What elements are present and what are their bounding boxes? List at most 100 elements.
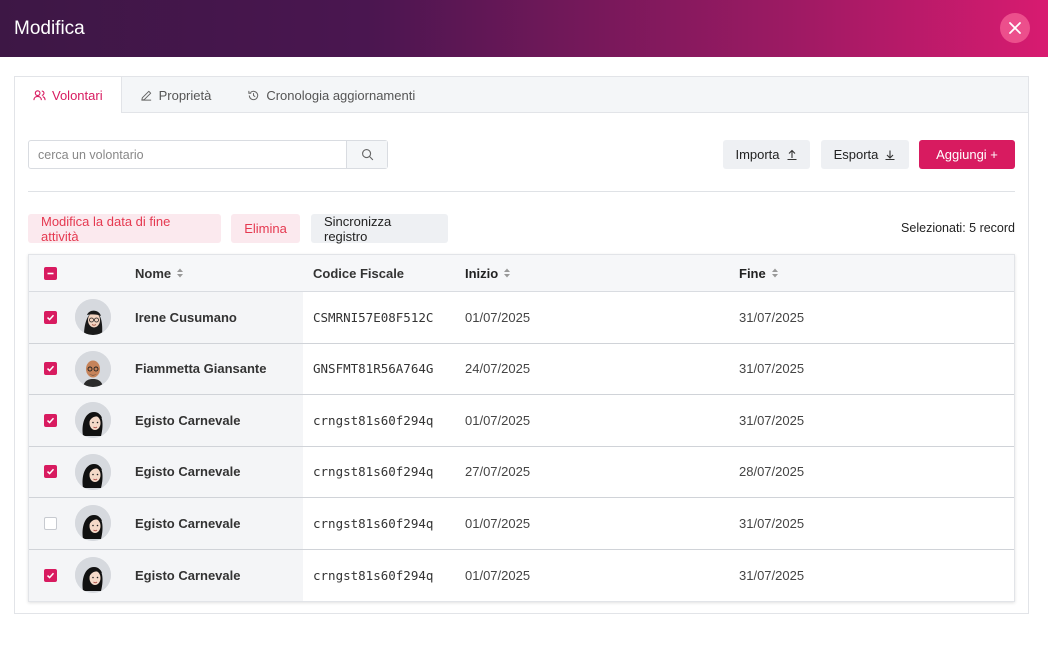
check-icon [46, 314, 54, 321]
row-codice-fiscale: crngst81s60f294q [303, 498, 465, 549]
search-box [28, 140, 388, 169]
add-button[interactable]: Aggiungi + [919, 140, 1015, 169]
avatar-cell [71, 446, 133, 497]
row-checkbox[interactable] [43, 310, 57, 324]
header-inizio-label: Inizio [465, 265, 499, 281]
divider [28, 191, 1015, 192]
tab-volontari-label: Volontari [52, 87, 103, 103]
row-nome: Egisto Carnevale [133, 446, 303, 497]
row-fine: 31/07/2025 [739, 515, 805, 531]
sync-register-button[interactable]: Sincronizza registro [311, 213, 448, 244]
tab-cronologia[interactable]: Cronologia aggiornamenti [229, 77, 433, 113]
add-label: Aggiungi + [936, 147, 998, 162]
sort-icon [177, 268, 184, 278]
search-icon [361, 149, 373, 161]
search-button[interactable] [346, 141, 387, 168]
volunteers-table: Nome Codice Fiscale Inizio Fine Irene Cu… [28, 254, 1015, 602]
header-checkbox-cell [29, 266, 71, 280]
history-icon [248, 90, 259, 100]
users-icon [33, 89, 46, 100]
indeterminate-icon [47, 272, 53, 274]
sort-icon [771, 268, 778, 278]
header-fine-label: Fine [739, 265, 766, 281]
table-row[interactable]: Egisto Carnevale crngst81s60f294q 27/07/… [29, 446, 1014, 498]
row-nome: Egisto Carnevale [133, 395, 303, 446]
row-checkbox[interactable] [43, 568, 57, 582]
header-nome-label: Nome [135, 265, 172, 281]
table-row[interactable]: Egisto Carnevale crngst81s60f294q 01/07/… [29, 395, 1014, 447]
avatar-woman-dark-hair [75, 505, 111, 542]
row-checkbox-cell [29, 343, 71, 394]
header-inizio[interactable]: Inizio [465, 266, 739, 281]
row-inizio: 01/07/2025 [465, 412, 531, 428]
pencil-icon [140, 90, 151, 101]
row-checkbox-cell [29, 446, 71, 497]
header-fine[interactable]: Fine [739, 266, 1014, 281]
check-icon [46, 417, 54, 424]
row-checkbox[interactable] [43, 362, 57, 376]
row-fine: 31/07/2025 [739, 567, 805, 583]
table-body: Irene Cusumano CSMRNI57E08F512C 01/07/20… [29, 292, 1014, 601]
row-codice-fiscale: CSMRNI57E08F512C [303, 292, 465, 343]
avatar-woman-dark-hair [75, 402, 111, 439]
row-checkbox[interactable] [43, 465, 57, 479]
tab-bar: Volontari Proprietà Cronologia aggiornam… [15, 77, 1028, 113]
table-row[interactable]: Egisto Carnevale crngst81s60f294q 01/07/… [29, 549, 1014, 601]
modal-title: Modifica [14, 17, 85, 39]
avatar-man-bald [75, 350, 111, 387]
import-button[interactable]: Importa [723, 140, 810, 169]
download-icon [885, 150, 895, 160]
edit-end-date-button[interactable]: Modifica la data di fine attività [28, 213, 221, 244]
tab-proprieta-label: Proprietà [158, 87, 212, 103]
row-inizio: 01/07/2025 [465, 515, 531, 531]
avatar-cell [71, 498, 133, 549]
edit-end-date-label: Modifica la data di fine attività [41, 213, 171, 244]
table-row[interactable]: Fiammetta Giansante GNSFMT81R56A764G 24/… [29, 343, 1014, 395]
row-inizio: 01/07/2025 [465, 309, 531, 325]
check-icon [46, 366, 54, 372]
row-inizio: 01/07/2025 [465, 567, 531, 583]
check-icon [46, 572, 54, 579]
tab-cronologia-label: Cronologia aggiornamenti [266, 87, 416, 103]
avatar-woman-dark-hair [75, 453, 111, 490]
selection-count: Selezionati: 5 record [901, 221, 1015, 235]
row-checkbox[interactable] [43, 516, 57, 530]
row-checkbox-cell [29, 549, 71, 601]
row-inizio: 27/07/2025 [465, 464, 531, 480]
row-fine: 28/07/2025 [739, 464, 805, 480]
header-nome[interactable]: Nome [133, 266, 303, 281]
sync-register-label: Sincronizza registro [324, 213, 392, 244]
row-codice-fiscale: crngst81s60f294q [303, 549, 465, 601]
tab-proprieta[interactable]: Proprietà [122, 77, 230, 113]
row-fine: 31/07/2025 [739, 309, 805, 325]
tab-volontari[interactable]: Volontari [15, 77, 122, 113]
row-fine: 31/07/2025 [739, 361, 805, 377]
row-checkbox-cell [29, 292, 71, 343]
row-nome: Fiammetta Giansante [133, 343, 303, 394]
check-icon [46, 469, 54, 475]
export-button[interactable]: Esporta [821, 140, 909, 169]
upload-icon [787, 149, 797, 160]
edit-modal: Modifica Volontari Proprietà Cronologia … [0, 0, 1048, 650]
sort-icon [504, 268, 511, 278]
export-label: Esporta [833, 147, 879, 162]
delete-button[interactable]: Elimina [231, 214, 300, 243]
close-button[interactable] [1000, 13, 1030, 43]
row-codice-fiscale: crngst81s60f294q [303, 395, 465, 446]
row-checkbox[interactable] [43, 413, 57, 427]
select-all-checkbox[interactable] [43, 266, 57, 280]
header-codice-fiscale: Codice Fiscale [303, 266, 465, 281]
avatar-cell [71, 292, 133, 343]
row-checkbox-cell [29, 395, 71, 446]
table-row[interactable]: Irene Cusumano CSMRNI57E08F512C 01/07/20… [29, 292, 1014, 344]
row-nome: Egisto Carnevale [133, 549, 303, 601]
avatar-woman-glasses [75, 299, 111, 336]
delete-label: Elimina [244, 221, 287, 236]
search-input[interactable] [29, 141, 346, 168]
table-row[interactable]: Egisto Carnevale crngst81s60f294q 01/07/… [29, 498, 1014, 550]
avatar-woman-dark-hair [75, 557, 111, 594]
import-label: Importa [735, 147, 780, 162]
row-codice-fiscale: GNSFMT81R56A764G [303, 343, 465, 394]
avatar-cell [71, 549, 133, 601]
row-inizio: 24/07/2025 [465, 361, 531, 377]
